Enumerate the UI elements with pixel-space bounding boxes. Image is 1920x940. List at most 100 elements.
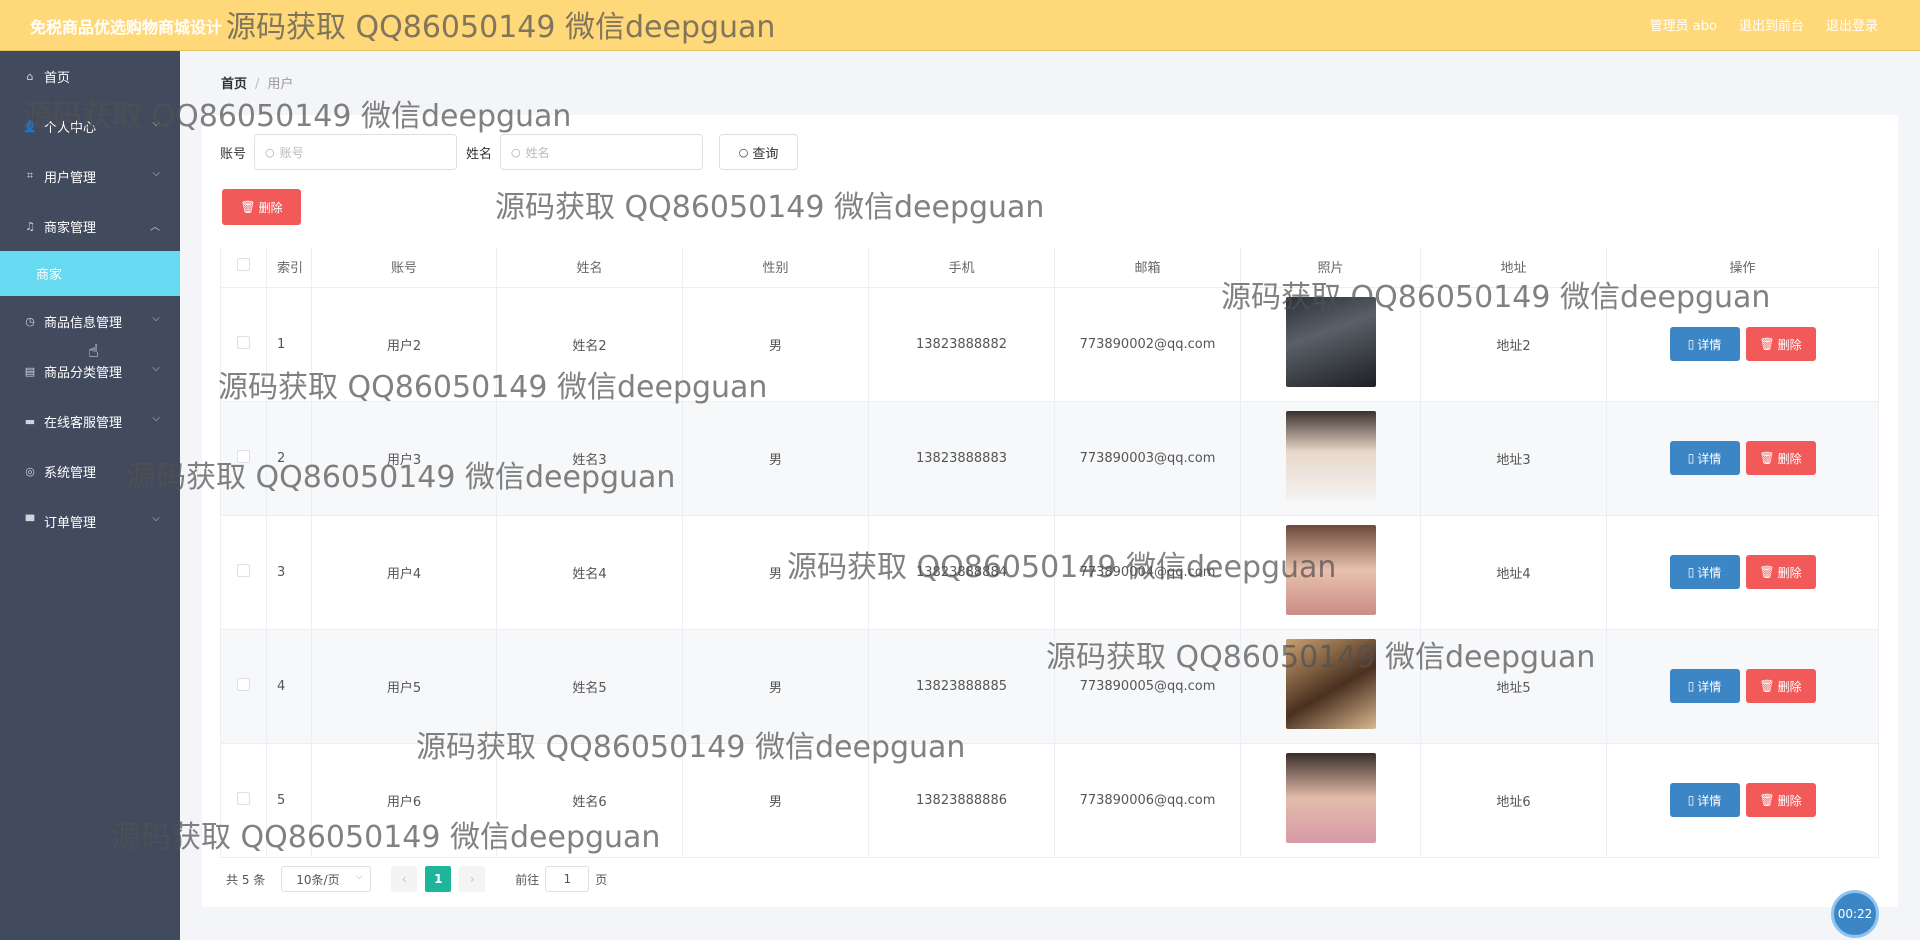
gender-cell: 男 <box>682 742 869 858</box>
sidebar-item-label: 在线客服管理 <box>44 415 123 431</box>
actions-cell: ▯ 详情 🗑 删除 <box>1606 742 1879 858</box>
sidebar-item-label: 系统管理 <box>44 465 97 481</box>
row-select-cell <box>220 742 267 858</box>
breadcrumb-current: 用户 <box>267 77 294 92</box>
next-page-button[interactable]: › <box>459 866 486 892</box>
chat-icon: ▬ <box>24 414 36 428</box>
chevron-down-icon: ⌵ <box>152 313 160 324</box>
phone-cell: 13823888882 <box>868 286 1055 402</box>
back-to-front-link[interactable]: 退出到前台 <box>1739 15 1804 34</box>
gender-cell: 男 <box>682 286 869 402</box>
chevron-down-icon: ⌵ <box>152 168 160 179</box>
phone-cell: 13823888885 <box>868 628 1055 744</box>
trash-icon: 🗑 <box>1759 337 1775 351</box>
account-cell: 用户2 <box>311 286 497 402</box>
breadcrumb-home[interactable]: 首页 <box>221 77 247 92</box>
page-size-value: 10条/页 <box>296 872 340 887</box>
batch-delete-button[interactable]: 🗑 删除 <box>222 189 301 225</box>
name-cell: 姓名4 <box>496 514 683 630</box>
row-checkbox[interactable] <box>237 791 250 805</box>
globe-icon: ◎ <box>25 464 35 478</box>
detail-label: 详情 <box>1697 337 1722 352</box>
delete-button[interactable]: 🗑 删除 <box>1745 327 1816 361</box>
flag-icon: ▀ <box>25 514 35 528</box>
index-cell: 1 <box>266 286 312 402</box>
column-header: 照片 <box>1240 247 1421 288</box>
delete-button[interactable]: 🗑 删除 <box>1745 669 1816 703</box>
top-header: 免税商品优选购物商城设计 管理员 abo 退出到前台 退出登录 <box>0 0 1920 51</box>
account-placeholder: 账号 <box>279 145 304 160</box>
delete-label: 删除 <box>1777 337 1802 352</box>
prev-page-button[interactable]: ‹ <box>391 866 418 892</box>
detail-button[interactable]: ▯ 详情 <box>1669 783 1740 817</box>
trash-icon: 🗑 <box>240 200 256 214</box>
sidebar-item-home[interactable]: ⌂ 首页 <box>0 51 180 101</box>
row-select-cell <box>220 400 267 516</box>
delete-button[interactable]: 🗑 删除 <box>1745 441 1816 475</box>
sidebar-item-orders[interactable]: ▀ 订单管理 ⌵ <box>0 496 180 546</box>
goto-label: 前往 <box>515 872 540 887</box>
breadcrumb: 首页 / 用户 <box>221 73 293 92</box>
photo-cell <box>1240 628 1421 744</box>
chevron-down-icon: ⌵ <box>152 413 160 424</box>
sidebar-subitem-label: 商家 <box>36 268 63 283</box>
logout-link[interactable]: 退出登录 <box>1826 15 1878 34</box>
row-checkbox[interactable] <box>237 563 250 577</box>
column-header: 索引 <box>266 247 312 288</box>
crop-icon: ⌗ <box>26 169 34 182</box>
detail-button[interactable]: ▯ 详情 <box>1669 327 1740 361</box>
account-search-input[interactable]: ○ 账号 <box>254 134 458 170</box>
query-button[interactable]: ○ 查询 <box>719 134 799 170</box>
user-photo <box>1285 297 1376 387</box>
page-size-select[interactable]: 10条/页 ⌵ <box>281 866 372 892</box>
email-cell: 773890003@qq.com <box>1054 400 1241 516</box>
detail-button[interactable]: ▯ 详情 <box>1669 555 1740 589</box>
sidebar-item-users[interactable]: ⌗ 用户管理 ⌵ <box>0 151 180 201</box>
gender-cell: 男 <box>682 628 869 744</box>
page-number-button[interactable]: 1 <box>425 866 452 892</box>
address-cell: 地址5 <box>1420 628 1607 744</box>
select-all-cell <box>220 247 267 288</box>
delete-button[interactable]: 🗑 删除 <box>1745 783 1816 817</box>
actions-cell: ▯ 详情 🗑 删除 <box>1606 400 1879 516</box>
timer-badge[interactable]: 00:22 <box>1831 890 1879 938</box>
chevron-right-icon: › <box>469 872 475 886</box>
table-row: 1 用户2 姓名2 男 13823888882 773890002@qq.com… <box>220 286 1879 402</box>
address-cell: 地址4 <box>1420 514 1607 630</box>
detail-button[interactable]: ▯ 详情 <box>1669 441 1740 475</box>
sidebar-item-merchants[interactable]: ♫ 商家管理 ︿ <box>0 201 180 251</box>
query-button-label: 查询 <box>752 146 779 162</box>
detail-label: 详情 <box>1697 793 1722 808</box>
goto-page-input[interactable]: 1 <box>545 866 590 892</box>
search-icon: ○ <box>511 145 521 159</box>
detail-button[interactable]: ▯ 详情 <box>1669 669 1740 703</box>
name-cell: 姓名2 <box>496 286 683 402</box>
photo-cell <box>1240 286 1421 402</box>
user-icon: 👤 <box>23 119 37 133</box>
delete-button[interactable]: 🗑 删除 <box>1745 555 1816 589</box>
name-search-input[interactable]: ○ 姓名 <box>500 134 704 170</box>
address-cell: 地址2 <box>1420 286 1607 402</box>
sidebar-item-product-info[interactable]: ◷ 商品信息管理 ⌵ <box>0 296 180 346</box>
user-table: 索引 账号 姓名 性别 手机 邮箱 照片 地址 操作 1 用户2 姓名2 男 1… <box>220 247 1879 858</box>
column-header: 性别 <box>682 247 869 288</box>
name-cell: 姓名3 <box>496 400 683 516</box>
table-row: 5 用户6 姓名6 男 13823888886 773890006@qq.com… <box>220 742 1879 858</box>
index-cell: 4 <box>266 628 312 744</box>
bell-icon: ♫ <box>25 219 35 233</box>
select-all-checkbox[interactable] <box>237 258 250 272</box>
sidebar-subitem-merchant[interactable]: 商家 <box>0 251 180 296</box>
detail-label: 详情 <box>1697 565 1722 580</box>
app-title: 免税商品优选购物商城设计 <box>30 18 223 37</box>
main-content: 首页 / 用户 账号 ○ 账号 姓名 ○ 姓名 ○ 查询 🗑 删除 索引 账号 … <box>180 51 1920 940</box>
row-checkbox[interactable] <box>237 335 250 349</box>
chevron-down-icon: ⌵ <box>355 872 363 882</box>
sidebar-item-system[interactable]: ◎ 系统管理 <box>0 446 180 496</box>
sidebar-item-online-service[interactable]: ▬ 在线客服管理 ⌵ <box>0 396 180 446</box>
photo-cell <box>1240 400 1421 516</box>
search-icon: ○ <box>738 145 749 159</box>
row-checkbox[interactable] <box>237 449 250 463</box>
row-checkbox[interactable] <box>237 677 250 691</box>
chevron-down-icon: ⌵ <box>152 363 160 374</box>
sidebar-item-profile[interactable]: 👤 个人中心 ⌵ <box>0 101 180 151</box>
